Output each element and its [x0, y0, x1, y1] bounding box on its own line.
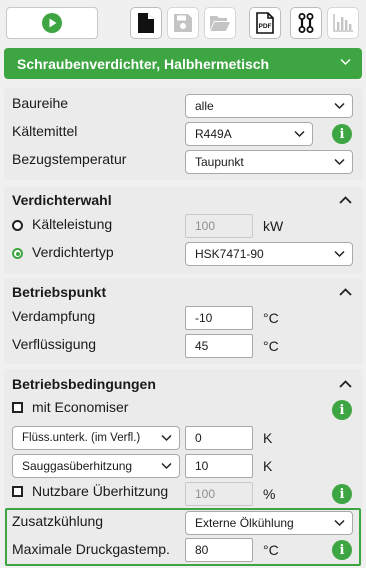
- pdf-export-button[interactable]: PDF: [249, 7, 281, 39]
- nutzbare-ueberhitzung-info-icon[interactable]: i: [332, 484, 352, 504]
- product-type-title: Schraubenverdichter, Halbhermetisch: [17, 55, 270, 72]
- verdichtertyp-select[interactable]: HSK7471-90: [185, 242, 353, 266]
- kaeltemittel-select[interactable]: R449A: [185, 122, 313, 146]
- chevron-down-icon: [294, 130, 305, 138]
- kaelteleistung-input[interactable]: 100: [185, 214, 253, 238]
- verdichtertyp-label: Verdichtertyp: [32, 244, 114, 260]
- kaelteleistung-unit: kW: [263, 218, 284, 234]
- sauggas-input[interactable]: 10: [185, 454, 253, 478]
- nutzbare-ueberhitzung-checkbox[interactable]: [12, 486, 23, 497]
- betriebspunkt-heading: Betriebspunkt: [12, 284, 107, 300]
- chevron-down-icon: [161, 462, 172, 470]
- betriebspunkt-panel: Betriebspunkt Verdampfung -10 °C Verflüs…: [4, 278, 362, 364]
- verdampfung-unit: °C: [263, 310, 279, 326]
- save-button[interactable]: [167, 7, 199, 39]
- bar-chart-icon: [333, 14, 353, 32]
- fluess-unterkuehlung-input[interactable]: 0: [185, 426, 253, 450]
- economiser-checkbox[interactable]: [12, 402, 23, 413]
- sauggas-unit: K: [263, 458, 273, 474]
- verdichtertyp-radio[interactable]: [12, 248, 23, 259]
- sauggas-select[interactable]: Sauggasüberhitzung: [12, 454, 180, 478]
- product-type-dropdown[interactable]: Schraubenverdichter, Halbhermetisch: [4, 48, 362, 79]
- chevron-down-icon: [340, 58, 351, 66]
- economiser-label: mit Economiser: [32, 399, 129, 415]
- compare-icon: [298, 13, 314, 33]
- toolbar: PDF: [4, 5, 362, 41]
- fluess-unterkuehlung-unit: K: [263, 430, 273, 446]
- kaeltemittel-info-icon[interactable]: i: [332, 124, 352, 144]
- chevron-down-icon: [334, 158, 345, 166]
- bezugstemperatur-select[interactable]: Taupunkt: [185, 150, 353, 174]
- play-icon: [42, 13, 62, 33]
- pdf-export-icon: PDF: [256, 12, 274, 34]
- open-button[interactable]: [204, 7, 236, 39]
- new-document-button[interactable]: [130, 7, 162, 39]
- save-icon: [174, 14, 192, 32]
- betriebsbedingungen-heading: Betriebsbedingungen: [12, 376, 156, 392]
- verfluessigung-label: Verflüssigung: [12, 336, 97, 352]
- fluess-unterkuehlung-select[interactable]: Flüss.unterk. (im Verfl.): [12, 426, 180, 450]
- verdampfung-label: Verdampfung: [12, 308, 96, 324]
- verfluessigung-input[interactable]: 45: [185, 334, 253, 358]
- chart-button[interactable]: [327, 7, 359, 39]
- svg-text:PDF: PDF: [259, 23, 272, 30]
- highlighted-settings-frame: [5, 508, 361, 566]
- chevron-down-icon: [161, 434, 172, 442]
- nutzbare-ueberhitzung-unit: %: [263, 486, 276, 502]
- chevron-down-icon: [334, 102, 345, 110]
- chevron-up-icon[interactable]: [339, 196, 352, 204]
- chevron-up-icon[interactable]: [339, 380, 352, 388]
- nutzbare-ueberhitzung-label: Nutzbare Überhitzung: [32, 483, 169, 499]
- bezugstemperatur-label: Bezugstemperatur: [12, 151, 127, 167]
- compare-button[interactable]: [290, 7, 322, 39]
- new-document-icon: [138, 13, 154, 33]
- verfluessigung-unit: °C: [263, 338, 279, 354]
- chevron-down-icon: [334, 250, 345, 258]
- verdichterwahl-heading: Verdichterwahl: [12, 192, 112, 208]
- chevron-up-icon[interactable]: [339, 288, 352, 296]
- kaelteleistung-label: Kälteleistung: [32, 216, 113, 232]
- general-panel: Baureihe alle Kältemittel R449A i Bezugs…: [4, 88, 362, 180]
- kaelteleistung-radio[interactable]: [12, 220, 23, 231]
- run-calculation-button[interactable]: [6, 7, 98, 39]
- baureihe-label: Baureihe: [12, 95, 69, 111]
- kaeltemittel-label: Kältemittel: [12, 123, 78, 139]
- nutzbare-ueberhitzung-input[interactable]: 100: [185, 482, 253, 506]
- economiser-info-icon[interactable]: i: [332, 400, 352, 420]
- baureihe-select[interactable]: alle: [185, 94, 353, 118]
- verdichterwahl-panel: Verdichterwahl Kälteleistung 100 kW Verd…: [4, 186, 362, 274]
- verdampfung-input[interactable]: -10: [185, 306, 253, 330]
- open-folder-icon: [210, 16, 230, 31]
